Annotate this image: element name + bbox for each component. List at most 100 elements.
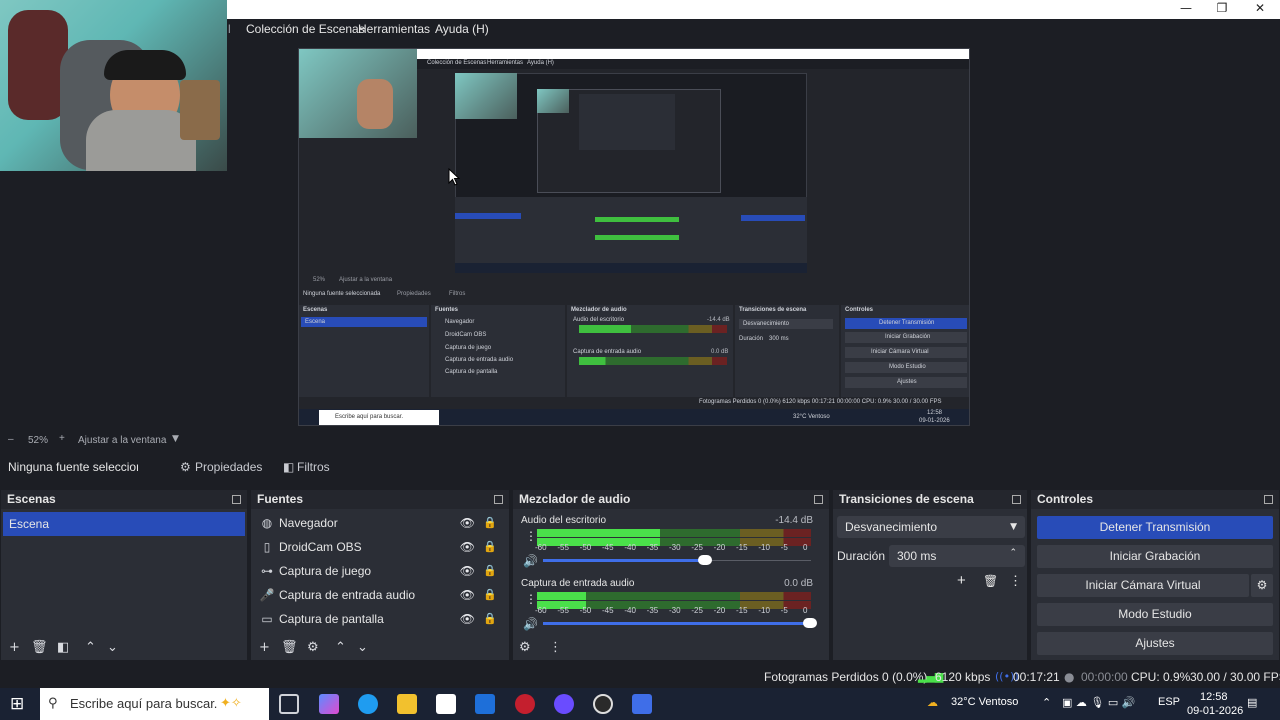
tray-icons[interactable]: ▣ ☁ 🎙 ▭ 🔊	[1062, 696, 1135, 709]
preview-canvas[interactable]: Colección de Escenas Herramientas Ayuda …	[0, 0, 1280, 432]
zoom-in-button[interactable]: +	[59, 433, 65, 444]
weather-text[interactable]: 32°C Ventoso	[951, 696, 1018, 708]
lock-icon[interactable]: 🔒	[483, 559, 497, 583]
start-virtual-camera-button[interactable]: Iniciar Cámara Virtual	[1037, 574, 1249, 597]
volume-slider[interactable]	[543, 618, 817, 628]
properties-label: Propiedades	[195, 460, 263, 474]
lock-icon[interactable]: 🔒	[483, 583, 497, 607]
meter-tick-label: -10	[758, 606, 770, 615]
file-explorer-icon[interactable]	[397, 694, 417, 714]
discord-icon[interactable]	[554, 694, 574, 714]
chevron-down-icon[interactable]: ▼	[172, 434, 179, 444]
monitor-icon: ▭	[261, 612, 273, 626]
windows-start-icon[interactable]: ⊞	[10, 694, 24, 714]
fit-to-window[interactable]: Ajustar a la ventana	[78, 435, 166, 446]
dock-popout-icon[interactable]	[814, 495, 823, 504]
scene-item[interactable]: Escena	[3, 512, 245, 536]
eye-icon[interactable]: 👁	[460, 559, 475, 583]
settings-button[interactable]: Ajustes	[1037, 632, 1273, 655]
bitrate: 6120 kbps	[935, 670, 991, 684]
lock-icon[interactable]: 🔒	[483, 535, 497, 559]
cpu-usage: CPU: 0.9%	[1131, 670, 1191, 684]
filters-button[interactable]: ◧ Filtros	[276, 456, 336, 478]
meter-fill-l	[537, 529, 661, 537]
app-icon[interactable]	[515, 694, 535, 714]
kebab-menu-icon[interactable]: ⋮	[525, 529, 537, 543]
kebab-menu-icon[interactable]: ⋮	[1009, 573, 1022, 589]
language-indicator[interactable]: ESP	[1158, 696, 1180, 708]
filter-icon: ◧	[283, 460, 295, 474]
dock-popout-icon[interactable]	[232, 495, 241, 504]
mixer-channel: Captura de entrada audio 0.0 dB ⋮ -60 -55…	[513, 578, 829, 640]
virtual-camera-settings-button[interactable]: ⚙	[1251, 574, 1273, 597]
chevron-up-icon[interactable]: ⌃	[335, 640, 346, 655]
clock-date[interactable]: 09-01-2026	[1187, 705, 1243, 717]
restore-button[interactable]: ❐	[1204, 0, 1240, 19]
eye-icon[interactable]: 👁	[460, 535, 475, 559]
stop-stream-button[interactable]: Detener Transmisión	[1037, 516, 1273, 539]
dock-popout-icon[interactable]	[1012, 495, 1021, 504]
lock-icon[interactable]: 🔒	[483, 511, 497, 535]
eye-icon[interactable]: 👁	[460, 607, 475, 631]
lock-icon[interactable]: 🔒	[483, 607, 497, 631]
source-item[interactable]: ▯ DroidCam OBS 👁 🔒	[251, 535, 509, 559]
properties-button[interactable]: ⚙ Propiedades	[172, 456, 264, 478]
trash-icon[interactable]: 🗑	[281, 640, 298, 655]
chevron-up-icon[interactable]: ⌃	[85, 640, 96, 655]
gear-icon[interactable]: ⚙	[307, 640, 319, 655]
minimize-button[interactable]: —	[1168, 0, 1204, 19]
obs-icon[interactable]	[593, 694, 613, 714]
filter-icon[interactable]: ◧	[57, 640, 69, 655]
kebab-menu-icon[interactable]: ⋮	[549, 640, 562, 655]
menu-item-cut[interactable]: l	[228, 22, 231, 36]
start-recording-button[interactable]: Iniciar Grabación	[1037, 545, 1273, 568]
source-item[interactable]: ⊶ Captura de juego 👁 🔒	[251, 559, 509, 583]
volume-knob[interactable]	[803, 618, 817, 628]
task-view-icon[interactable]	[279, 694, 299, 714]
duration-spinbox[interactable]: 300 ms ⌃	[889, 545, 1025, 567]
source-item[interactable]: ▭ Captura de pantalla 👁 🔒	[251, 607, 509, 631]
menu-item-tools[interactable]: Herramientas	[358, 22, 430, 36]
sources-dock: Fuentes ◍ Navegador 👁 🔒 ▯ DroidCam OBS 👁…	[250, 489, 510, 661]
chevron-down-icon[interactable]: ⌄	[357, 640, 368, 655]
volume-knob[interactable]	[698, 555, 713, 565]
chevron-up-icon[interactable]: ⌃	[1009, 542, 1017, 564]
add-icon[interactable]: +	[9, 640, 20, 655]
zoom-out-button[interactable]: –	[8, 434, 14, 445]
mixer-footer: ⚙ ⋮	[513, 636, 829, 660]
copilot-icon[interactable]	[319, 694, 339, 714]
trash-icon[interactable]: 🗑	[983, 574, 998, 588]
volume-slider[interactable]	[543, 555, 713, 565]
notification-icon[interactable]: ▤	[1247, 696, 1257, 709]
chevron-down-icon[interactable]: ⌄	[107, 640, 118, 655]
add-icon[interactable]: +	[957, 572, 966, 589]
speaker-icon[interactable]: 🔊	[523, 554, 538, 568]
clock-time[interactable]: 12:58	[1200, 691, 1228, 703]
source-item[interactable]: ◍ Navegador 👁 🔒	[251, 511, 509, 535]
source-label: Captura de juego	[279, 564, 372, 578]
studio-mode-button[interactable]: Modo Estudio	[1037, 603, 1273, 626]
meter-tick-label: -5	[780, 543, 788, 552]
add-icon[interactable]: +	[259, 640, 270, 655]
mail-icon[interactable]	[475, 694, 495, 714]
gear-icon[interactable]: ⚙	[519, 640, 531, 655]
eye-icon[interactable]: 👁	[460, 511, 475, 535]
nested-menu-3: Ayuda (H)	[527, 60, 554, 66]
store-icon[interactable]	[436, 694, 456, 714]
source-item[interactable]: 🎤 Captura de entrada audio 👁 🔒	[251, 583, 509, 607]
speaker-icon[interactable]: 🔊	[523, 617, 538, 631]
eye-icon[interactable]: 👁	[460, 583, 475, 607]
dock-popout-icon[interactable]	[1264, 495, 1273, 504]
dock-popout-icon[interactable]	[494, 495, 503, 504]
transition-select[interactable]: Desvanecimiento ▼	[837, 516, 1025, 538]
app2-icon[interactable]	[632, 694, 652, 714]
trash-icon[interactable]: 🗑	[31, 640, 48, 655]
chevron-up-icon[interactable]: ⌃	[1042, 696, 1051, 709]
kebab-menu-icon[interactable]: ⋮	[525, 592, 537, 606]
nested-mixer-ch1: Audio del escritorio	[573, 317, 625, 323]
edge-icon[interactable]	[358, 694, 378, 714]
menu-item-help[interactable]: Ayuda (H)	[435, 22, 489, 36]
taskbar-search[interactable]: ⚲ Escribe aquí para buscar. ✦✧	[40, 688, 269, 720]
menu-item-scene-collection[interactable]: Colección de Escenas	[246, 22, 365, 36]
close-button[interactable]: ✕	[1242, 0, 1278, 19]
